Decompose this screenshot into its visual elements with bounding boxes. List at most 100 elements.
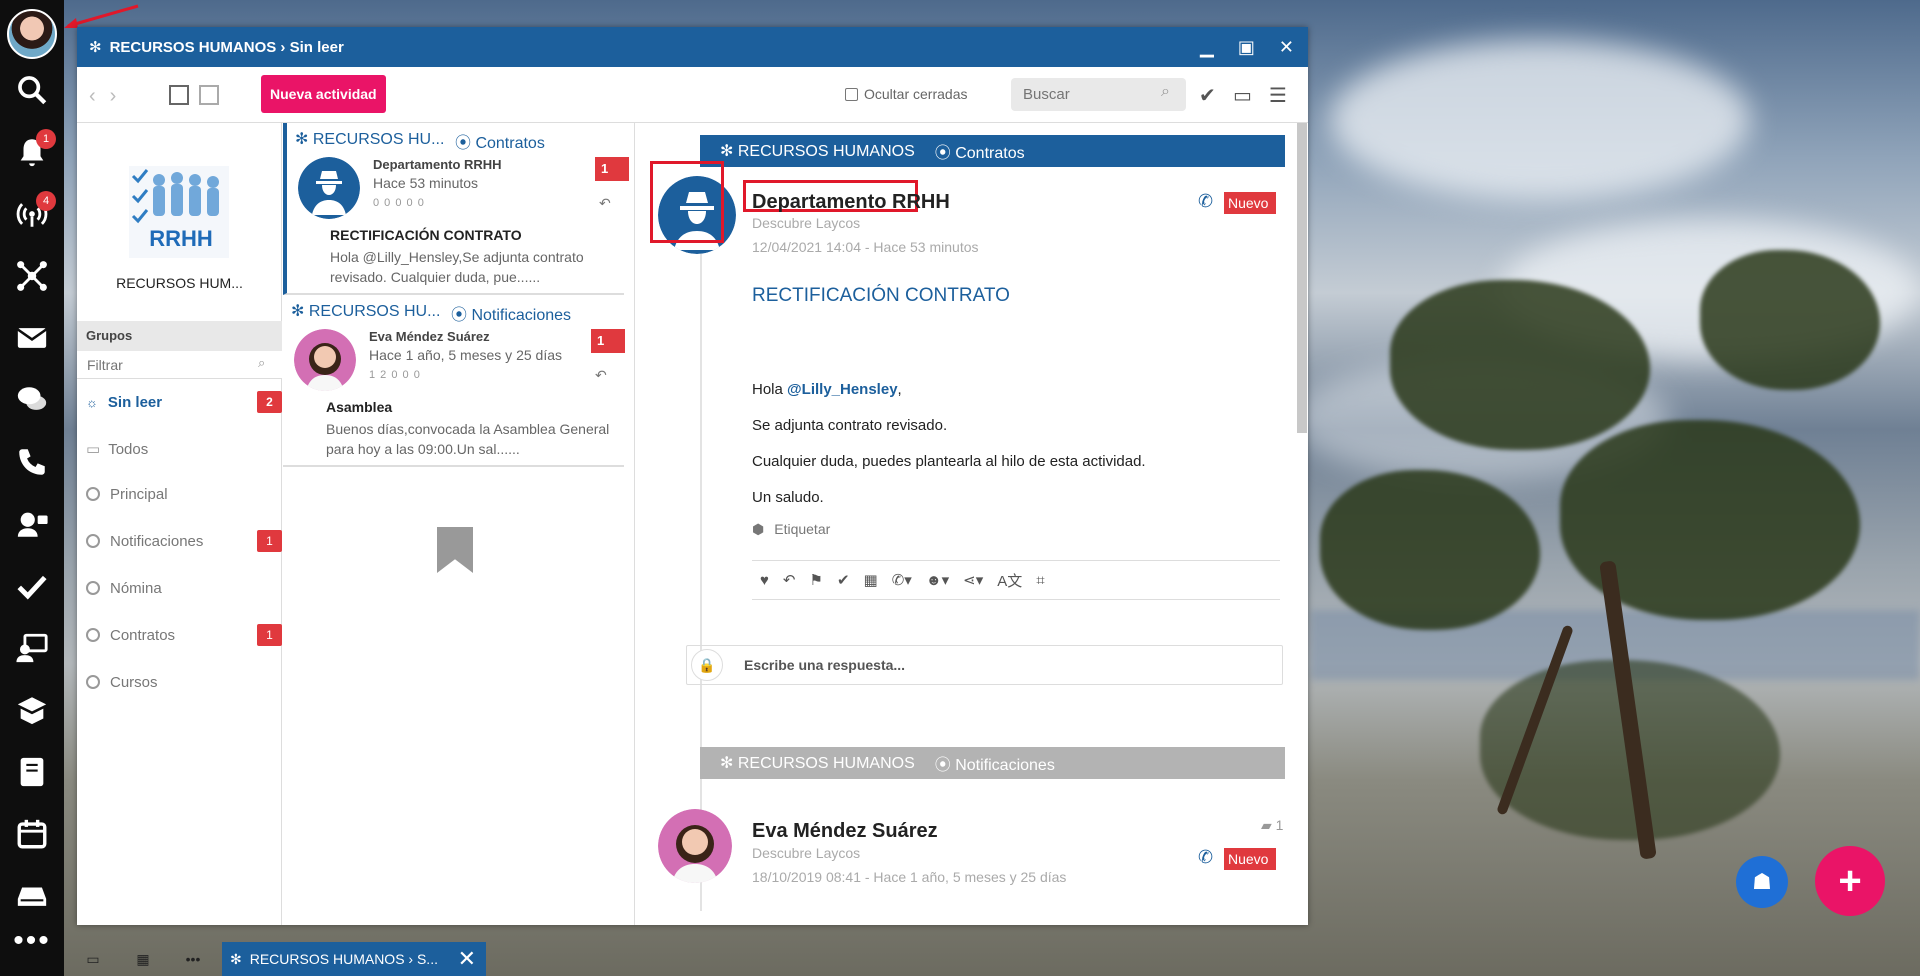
group-item-notificaciones[interactable]: Notificaciones 1: [77, 526, 282, 556]
more-icon[interactable]: •••: [13, 924, 51, 958]
group-item-cursos[interactable]: Cursos: [77, 667, 282, 697]
broadcast-badge: 4: [36, 191, 56, 211]
taskbar-tab-label: RECURSOS HUMANOS › S...: [249, 951, 438, 967]
group-item-nomina[interactable]: Nómina: [77, 573, 282, 603]
plus-icon: +: [1838, 858, 1862, 903]
share-icon[interactable]: ⋖▾: [963, 571, 983, 589]
heart-icon[interactable]: ♥: [760, 572, 769, 589]
group-item-sin-leer[interactable]: ☼ Sin leer 2: [77, 387, 282, 417]
detail-channel-bar[interactable]: ✻ RECURSOS HUMANOS ⦿ Contratos: [700, 135, 1285, 167]
card-preview: Hola @Lilly_Hensley,Se adjunta contrato …: [330, 249, 584, 285]
check-icon[interactable]: ✔: [837, 571, 850, 589]
window-title: RECURSOS HUMANOS › Sin leer: [109, 38, 344, 56]
card-group: ✻ RECURSOS HU...: [291, 303, 441, 320]
minimize-icon[interactable]: ▁: [1200, 37, 1214, 58]
status-badge: Nuevo: [1224, 848, 1276, 870]
split-view-icon[interactable]: [169, 85, 189, 105]
toolbar: ‹› Nueva actividad Ocultar cerradas ⌕ ✔ …: [77, 67, 1308, 123]
menu-icon[interactable]: ☰: [1269, 83, 1287, 108]
focus-icon[interactable]: ⌗: [1036, 572, 1044, 589]
author-name[interactable]: Departamento RRHH: [752, 191, 950, 214]
drive-icon[interactable]: [0, 865, 64, 927]
author-name[interactable]: Eva Méndez Suárez: [752, 820, 938, 843]
count-badge: 1: [257, 624, 282, 646]
left-dock: 1 4 •••: [0, 0, 64, 976]
maximize-icon[interactable]: ▣: [1238, 37, 1255, 58]
grid-icon[interactable]: ▦: [128, 946, 158, 972]
sun-icon: ☼: [86, 394, 98, 410]
navigation-arrows[interactable]: ‹›: [89, 85, 130, 108]
network-icon[interactable]: [0, 245, 64, 307]
user-avatar[interactable]: [7, 9, 57, 59]
close-icon[interactable]: ✕: [1279, 37, 1294, 58]
reply-icon[interactable]: ↶: [599, 195, 611, 212]
unread-badge: 1: [595, 157, 629, 181]
calendar-icon[interactable]: [0, 803, 64, 865]
scrollbar[interactable]: [1297, 123, 1307, 433]
activity-window: ✻ RECURSOS HUMANOS › Sin leer ▁ ▣ ✕ ‹› N…: [77, 27, 1308, 925]
robot-icon: ☗: [1752, 869, 1772, 894]
taskbar-window-tab[interactable]: ✻ RECURSOS HUMANOS › S... ✕: [222, 942, 486, 976]
table-view-icon[interactable]: [199, 85, 219, 105]
book-icon[interactable]: [0, 741, 64, 803]
desktop-icon[interactable]: ▭: [78, 946, 108, 972]
logo-text: RRHH: [149, 226, 213, 251]
close-icon[interactable]: ✕: [458, 946, 476, 972]
more-icon[interactable]: •••: [178, 946, 208, 972]
flag-icon[interactable]: ⚑: [809, 571, 822, 589]
tasks-check-icon[interactable]: [0, 555, 64, 617]
chat-icon[interactable]: [0, 369, 64, 431]
box-icon[interactable]: [0, 679, 64, 741]
remote-desktop-icon[interactable]: [0, 617, 64, 679]
translate-icon[interactable]: A文: [997, 570, 1022, 591]
card-author: Eva Méndez Suárez: [369, 329, 490, 344]
hide-closed-checkbox[interactable]: Ocultar cerradas: [845, 86, 967, 102]
list-item[interactable]: ✻ RECURSOS HU... ⦿ Notificaciones Eva Mé…: [283, 295, 625, 467]
search-input[interactable]: [1011, 78, 1186, 111]
network-icon: ✻ RECURSOS HUMANOS: [720, 143, 915, 160]
broadcast-icon[interactable]: 4: [0, 183, 64, 245]
phone-icon[interactable]: ✆: [1198, 191, 1213, 212]
group-item-contratos[interactable]: Contratos 1: [77, 620, 282, 650]
card-subject: RECTIFICACIÓN CONTRATO: [330, 227, 522, 243]
notifications-badge: 1: [36, 129, 56, 149]
phone-icon[interactable]: [0, 431, 64, 493]
filter-input[interactable]: [77, 351, 282, 379]
new-activity-button[interactable]: Nueva actividad: [261, 75, 386, 113]
avatar: [294, 329, 356, 391]
reply-icon[interactable]: ↶: [595, 367, 607, 384]
lock-icon[interactable]: 🔒: [691, 649, 723, 681]
detail-channel-bar[interactable]: ✻ RECURSOS HUMANOS ⦿ Notificaciones: [700, 747, 1285, 779]
phone-icon[interactable]: ✆: [1198, 847, 1213, 868]
channel-icon: [86, 534, 100, 548]
rrhh-logo: RRHH: [129, 166, 229, 258]
tag-button[interactable]: ⬢ Etiquetar: [752, 521, 830, 538]
bot-button[interactable]: ☗: [1736, 856, 1788, 908]
channel-icon: [86, 628, 100, 642]
bell-icon[interactable]: 1: [0, 121, 64, 183]
bookmark-icon: [437, 527, 473, 573]
add-fab-button[interactable]: +: [1815, 846, 1885, 916]
calendar-icon[interactable]: ▦: [864, 571, 878, 589]
search-icon[interactable]: [0, 59, 64, 121]
contact-center-icon[interactable]: [0, 493, 64, 555]
phone-icon[interactable]: ✆▾: [892, 571, 912, 589]
reply-input[interactable]: Escribe una respuesta...: [744, 657, 905, 673]
groups-header: Grupos: [77, 321, 282, 351]
channel-label: ⦿ Notificaciones: [934, 757, 1055, 774]
group-item-todos[interactable]: ▭ Todos: [77, 434, 282, 464]
check-icon[interactable]: ✔: [1199, 83, 1216, 108]
card-channel: ⦿ Contratos: [455, 135, 545, 152]
reply-icon[interactable]: ↶: [783, 571, 796, 589]
drive-icon[interactable]: ▭: [1233, 83, 1252, 108]
group-item-principal[interactable]: Principal: [77, 479, 282, 509]
group-icon[interactable]: ☻▾: [926, 571, 949, 589]
activity-detail: ✻ RECURSOS HUMANOS ⦿ Contratos Departame…: [636, 123, 1308, 925]
mention-link[interactable]: @Lilly_Hensley: [787, 381, 898, 398]
author-subtitle: Descubre Laycos: [752, 845, 861, 861]
card-preview: Buenos días,convocada la Asamblea Genera…: [326, 421, 610, 457]
mail-icon[interactable]: [0, 307, 64, 369]
card-subject: Asamblea: [326, 399, 393, 415]
list-item[interactable]: ✻ RECURSOS HU... ⦿ Contratos Departament…: [283, 123, 629, 295]
action-bar: ♥ ↶ ⚑ ✔ ▦ ✆▾ ☻▾ ⋖▾ A文 ⌗: [752, 560, 1280, 600]
